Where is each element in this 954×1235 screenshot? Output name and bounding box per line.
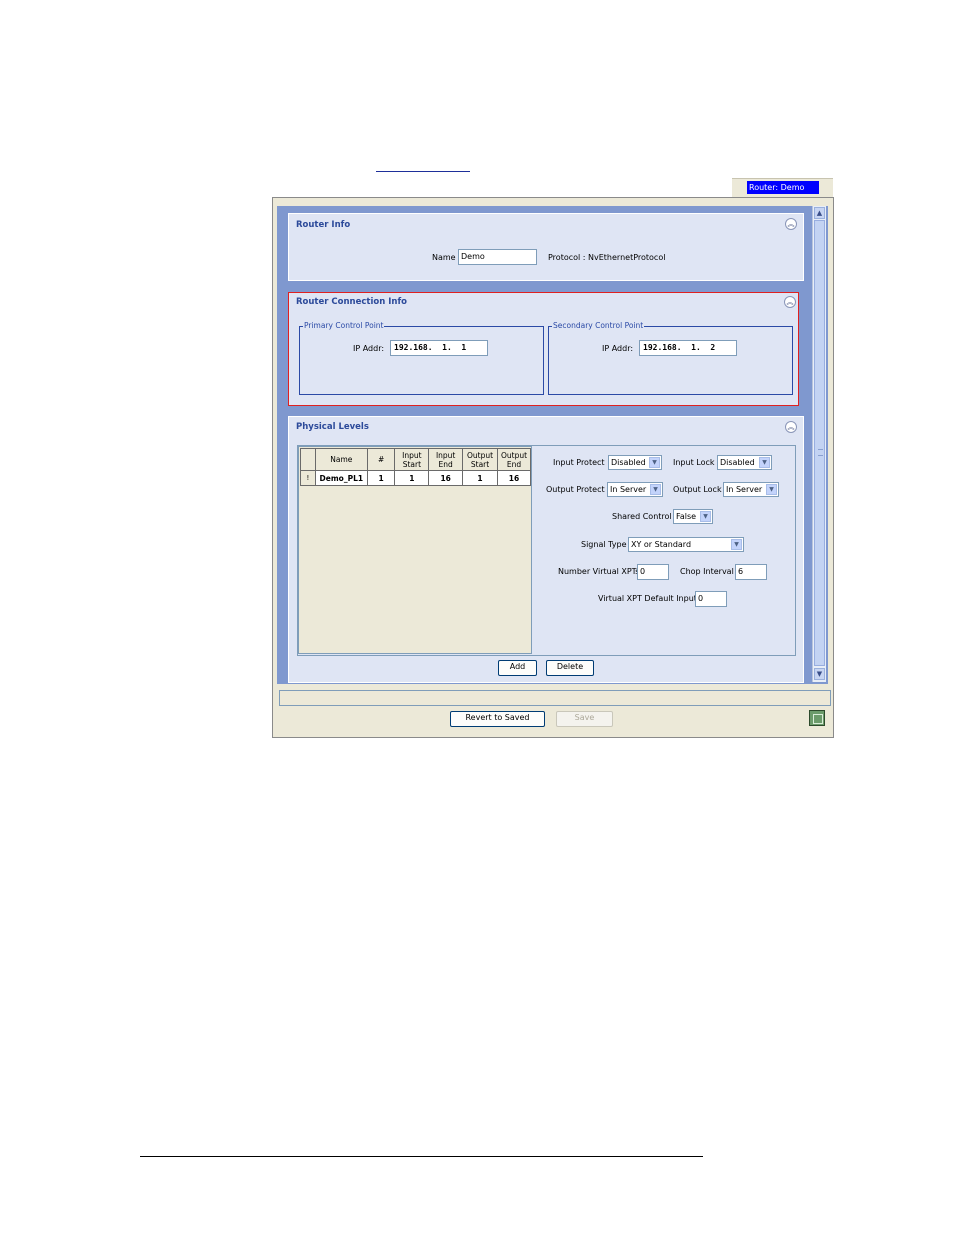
primary-control-point-legend: Primary Control Point — [303, 321, 385, 330]
document-footer-rule — [140, 1156, 703, 1157]
name-label: Name — [432, 253, 456, 262]
column-header-input-end[interactable]: Input End — [428, 448, 464, 471]
delete-button[interactable]: Delete — [546, 660, 594, 676]
secondary-control-point-group: Secondary Control Point IP Addr: 192.168… — [548, 321, 793, 395]
virtual-xpt-default-input-field[interactable]: 0 — [695, 591, 727, 607]
cell-number[interactable]: 1 — [366, 470, 396, 486]
chevron-down-icon[interactable]: ▼ — [759, 457, 770, 468]
column-header-name[interactable]: Name — [314, 448, 368, 471]
table-row[interactable]: ! Demo_PL1 1 1 16 1 16 — [300, 470, 531, 486]
output-protect-select[interactable]: In Server ▼ — [607, 482, 663, 497]
router-info-title: Router Info — [296, 220, 351, 230]
column-header-input-start-line1: Input — [402, 450, 422, 460]
router-tab: Router: Demo — [732, 178, 833, 197]
virtual-xpt-default-input-label: Virtual XPT Default Input — [598, 594, 697, 603]
output-lock-value: In Server — [726, 485, 763, 494]
number-virtual-xpts-input[interactable]: 0 — [637, 564, 669, 580]
status-grid-icon — [809, 710, 825, 726]
column-header-output-start-line1: Output — [467, 450, 494, 460]
chevron-double-up-icon[interactable]: ︽ — [784, 296, 796, 308]
chevron-double-up-icon[interactable]: ︽ — [785, 218, 797, 230]
output-lock-select[interactable]: In Server ▼ — [723, 482, 779, 497]
output-protect-value: In Server — [610, 485, 647, 494]
column-header-output-end[interactable]: Output End — [497, 448, 531, 471]
primary-ip-label: IP Addr: — [353, 344, 385, 353]
router-info-panel: Router Info ︽ Name Demo Protocol : NvEth… — [288, 213, 804, 281]
add-button[interactable]: Add — [498, 660, 537, 676]
vertical-scrollbar[interactable]: ▲ ▼ — [812, 206, 826, 682]
chevron-down-icon[interactable]: ▼ — [649, 457, 660, 468]
column-header-output-start[interactable]: Output Start — [462, 448, 498, 471]
physical-levels-grid: Name # Input Start Input End Output Start O… — [298, 446, 532, 654]
revert-to-saved-button[interactable]: Revert to Saved — [450, 711, 545, 727]
router-name-input[interactable]: Demo — [458, 249, 537, 265]
signal-type-value: XY or Standard — [631, 540, 692, 549]
input-protect-value: Disabled — [611, 458, 646, 467]
chevron-down-icon[interactable]: ▼ — [650, 484, 661, 495]
scrollbar-thumb[interactable] — [814, 220, 825, 666]
physical-levels-title: Physical Levels — [296, 422, 369, 432]
router-connection-info-panel: Router Connection Info ︽ Primary Control… — [288, 292, 799, 406]
cell-input-start[interactable]: 1 — [394, 470, 430, 486]
shared-control-value: False — [676, 512, 697, 521]
row-marker: ! — [300, 470, 316, 486]
primary-control-point-group: Primary Control Point IP Addr: 192.168. … — [299, 321, 544, 395]
column-header-input-end-line2: End — [438, 459, 453, 469]
output-lock-label: Output Lock — [673, 485, 722, 494]
column-header-input-start-line2: Start — [402, 459, 422, 469]
secondary-control-point-legend: Secondary Control Point — [552, 321, 645, 330]
row-header-corner — [300, 448, 316, 471]
cell-name[interactable]: Demo_PL1 — [314, 470, 368, 486]
input-lock-label: Input Lock — [673, 458, 715, 467]
signal-type-select[interactable]: XY or Standard ▼ — [628, 537, 744, 552]
shared-control-select[interactable]: False ▼ — [673, 509, 713, 524]
chop-interval-input[interactable]: 6 — [735, 564, 767, 580]
chevron-down-icon[interactable]: ▼ — [766, 484, 777, 495]
router-tab-label: Router: Demo — [747, 181, 819, 194]
output-protect-label: Output Protect — [546, 485, 605, 494]
arrow-up-icon[interactable]: ▲ — [814, 207, 825, 219]
input-lock-value: Disabled — [720, 458, 755, 467]
router-connection-info-title: Router Connection Info — [296, 297, 407, 307]
column-header-output-end-line2: End — [506, 459, 522, 469]
column-header-number[interactable]: # — [366, 448, 396, 471]
column-header-input-start[interactable]: Input Start — [394, 448, 430, 471]
column-header-output-end-line1: Output — [500, 450, 528, 460]
secondary-ip-label: IP Addr: — [602, 344, 634, 353]
cell-output-start[interactable]: 1 — [462, 470, 498, 486]
save-button[interactable]: Save — [556, 711, 613, 727]
secondary-ip-input[interactable]: 192.168. 1. 2 — [639, 340, 737, 356]
column-header-input-end-line1: Input — [435, 450, 456, 460]
signal-type-label: Signal Type — [581, 540, 627, 549]
protocol-text: Protocol : NvEthernetProtocol — [548, 253, 666, 262]
document-link-underline — [376, 171, 470, 172]
chevron-down-icon[interactable]: ▼ — [700, 511, 711, 522]
primary-ip-input[interactable]: 192.168. 1. 1 — [390, 340, 488, 356]
physical-levels-table: Name # Input Start Input End Output Start O… — [300, 448, 531, 486]
cell-input-end[interactable]: 16 — [428, 470, 464, 486]
number-virtual-xpts-label: Number Virtual XPTs — [558, 567, 640, 576]
status-bar — [279, 690, 831, 706]
arrow-down-icon[interactable]: ▼ — [814, 668, 825, 680]
chevron-down-icon[interactable]: ▼ — [731, 539, 742, 550]
chevron-double-up-icon[interactable]: ︽ — [785, 421, 797, 433]
chop-interval-label: Chop Interval — [680, 567, 734, 576]
input-protect-select[interactable]: Disabled ▼ — [608, 455, 662, 470]
shared-control-label: Shared Control — [612, 512, 672, 521]
input-protect-label: Input Protect — [553, 458, 605, 467]
grip-icon — [818, 449, 823, 456]
input-lock-select[interactable]: Disabled ▼ — [717, 455, 772, 470]
cell-output-end[interactable]: 16 — [497, 470, 531, 486]
column-header-output-start-line2: Start — [470, 459, 490, 469]
